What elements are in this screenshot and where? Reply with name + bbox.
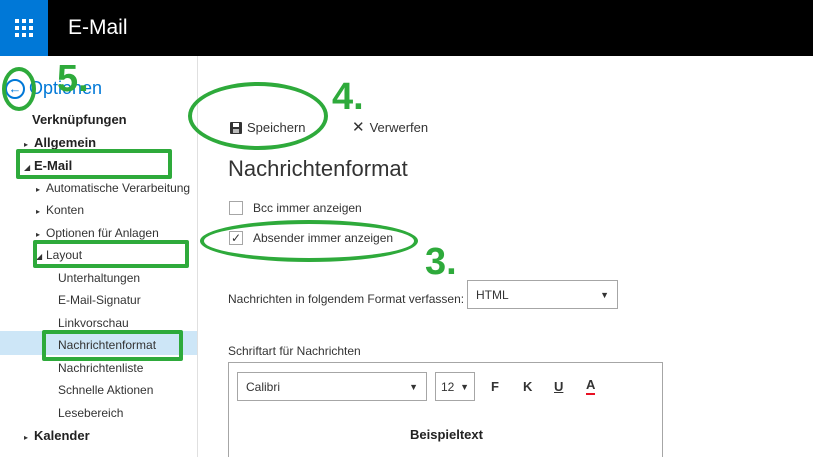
sidebar-item-konten[interactable]: ▸ Konten bbox=[36, 203, 84, 217]
expand-arrow-icon: ▸ bbox=[36, 185, 41, 194]
annotation-number-4: 4. bbox=[332, 76, 364, 118]
annotation-circle-sender bbox=[200, 220, 418, 262]
bcc-option-row: Bcc immer anzeigen bbox=[229, 201, 362, 215]
page-title: Nachrichtenformat bbox=[228, 156, 408, 181]
expand-arrow-icon: ▸ bbox=[36, 230, 41, 239]
sidebar-item-label: Automatische Verarbeitung bbox=[46, 181, 191, 195]
sidebar-item-label: Schnelle Aktionen bbox=[58, 383, 154, 397]
bcc-label: Bcc immer anzeigen bbox=[253, 201, 362, 215]
expand-arrow-icon: ▸ bbox=[24, 140, 29, 149]
sidebar-item-label: Lesebereich bbox=[58, 406, 124, 420]
font-section-label: Schriftart für Nachrichten bbox=[228, 344, 361, 358]
format-value: HTML bbox=[476, 287, 509, 302]
chevron-down-icon: ▼ bbox=[460, 381, 469, 392]
top-bar: E-Mail bbox=[0, 0, 813, 56]
sidebar-item-label: Allgemein bbox=[34, 135, 97, 150]
sidebar-item-label: Optionen für Anlagen bbox=[46, 226, 159, 240]
sidebar-item-unterhaltungen[interactable]: Unterhaltungen bbox=[58, 271, 140, 285]
waffle-icon bbox=[15, 19, 33, 37]
sidebar-item-label: Kalender bbox=[34, 428, 90, 443]
app-title: E-Mail bbox=[68, 16, 128, 39]
sidebar-item-optionen-fuer-anlagen[interactable]: ▸ Optionen für Anlagen bbox=[36, 226, 159, 240]
sidebar-item-schnelle-aktionen[interactable]: Schnelle Aktionen bbox=[58, 383, 153, 397]
font-preview-editor: Calibri ▼ 12 ▼ F K U A Beispieltext bbox=[228, 362, 663, 457]
annotation-number-3: 3. bbox=[425, 241, 457, 283]
annotation-box-email bbox=[16, 149, 172, 179]
underline-button[interactable]: U bbox=[554, 379, 563, 394]
expand-arrow-icon: ▸ bbox=[36, 207, 41, 216]
discard-label: Verwerfen bbox=[369, 120, 429, 135]
sidebar-item-email-signatur[interactable]: E-Mail-Signatur bbox=[58, 293, 141, 307]
annotation-circle-back bbox=[2, 67, 36, 111]
sidebar-item-label: Verknüpfungen bbox=[32, 112, 127, 127]
message-format-select[interactable]: HTML ▼ bbox=[467, 280, 618, 309]
sidebar-item-nachrichtenliste[interactable]: Nachrichtenliste bbox=[58, 361, 143, 375]
sidebar-item-kalender[interactable]: ▸ Kalender bbox=[24, 428, 90, 443]
format-label: Nachrichten in folgendem Format verfasse… bbox=[228, 292, 465, 306]
expand-arrow-icon: ▸ bbox=[24, 433, 29, 442]
bcc-checkbox[interactable] bbox=[229, 201, 243, 215]
annotation-number-5: 5. bbox=[57, 58, 89, 100]
discard-button[interactable]: ✕ Verwerfen bbox=[352, 120, 428, 135]
sidebar-item-automatische-verarbeitung[interactable]: ▸ Automatische Verarbeitung bbox=[36, 181, 190, 195]
annotation-box-nachrichtenformat bbox=[42, 330, 183, 361]
close-icon: ✕ bbox=[352, 119, 365, 136]
sidebar-item-verknuepfungen[interactable]: Verknüpfungen bbox=[32, 112, 127, 127]
font-name-value: Calibri bbox=[246, 379, 281, 394]
sidebar-item-lesebereich[interactable]: Lesebereich bbox=[58, 406, 123, 420]
font-size-value: 12 bbox=[441, 379, 455, 394]
sidebar-item-label: Unterhaltungen bbox=[58, 271, 141, 285]
font-color-button[interactable]: A bbox=[586, 377, 596, 395]
sidebar-item-allgemein[interactable]: ▸ Allgemein bbox=[24, 135, 96, 150]
sidebar-item-linkvorschau[interactable]: Linkvorschau bbox=[58, 316, 129, 330]
font-size-select[interactable]: 12 ▼ bbox=[435, 372, 475, 401]
sidebar-item-label: E-Mail-Signatur bbox=[58, 293, 141, 307]
font-name-select[interactable]: Calibri ▼ bbox=[237, 372, 427, 401]
app-launcher-button[interactable] bbox=[0, 0, 48, 56]
annotation-box-layout bbox=[33, 240, 189, 268]
chevron-down-icon: ▼ bbox=[409, 381, 418, 392]
sidebar-item-label: Konten bbox=[46, 203, 85, 217]
annotation-circle-save bbox=[188, 82, 328, 150]
sample-text: Beispieltext bbox=[410, 427, 483, 442]
chevron-down-icon: ▼ bbox=[600, 289, 609, 300]
bold-button[interactable]: F bbox=[491, 379, 499, 394]
sidebar-item-label: Nachrichtenliste bbox=[58, 361, 144, 375]
sidebar-item-label: Linkvorschau bbox=[58, 316, 129, 330]
italic-button[interactable]: K bbox=[523, 379, 532, 394]
